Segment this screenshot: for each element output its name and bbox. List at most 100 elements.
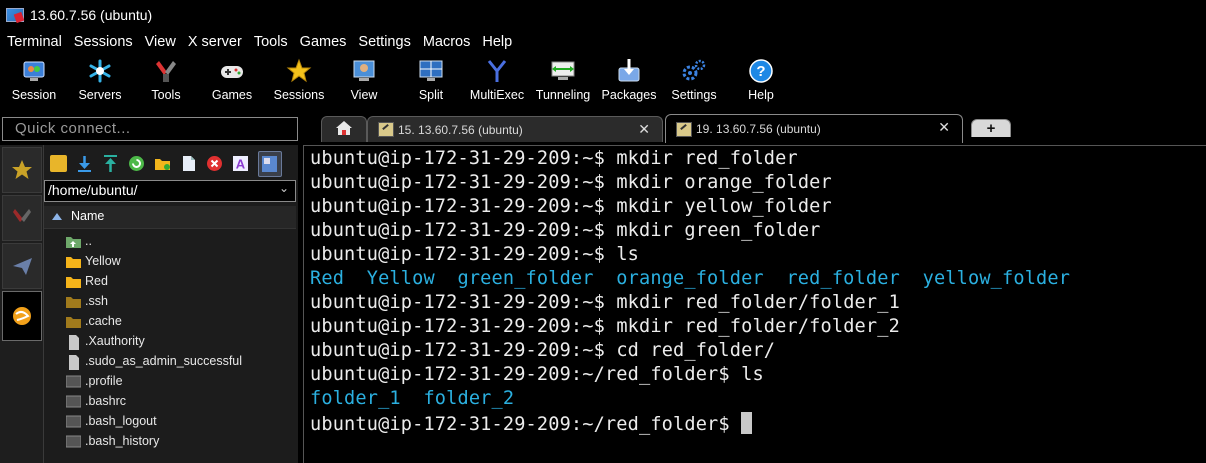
packages-icon <box>616 58 642 84</box>
sidetab-macros[interactable] <box>2 243 42 289</box>
path-input[interactable]: /home/ubuntu/ ⌄ <box>44 180 296 202</box>
terminal-line: ubuntu@ip-172-31-29-209:~$ mkdir green_f… <box>310 220 821 241</box>
terminal-ls-output: folder_1 folder_2 <box>310 388 515 409</box>
help-button[interactable]: ? Help <box>740 55 782 109</box>
settings-gears-icon <box>681 58 707 84</box>
sidetab-sessions[interactable] <box>2 147 42 193</box>
session-icon <box>21 58 47 84</box>
menu-games[interactable]: Games <box>296 34 351 50</box>
terminal-line: ubuntu@ip-172-31-29-209:~$ mkdir red_fol… <box>310 292 900 313</box>
path-value: /home/ubuntu/ <box>48 182 138 198</box>
multiexec-button[interactable]: MultiExec <box>466 55 528 109</box>
menu-settings[interactable]: Settings <box>354 34 414 50</box>
name-column-header[interactable]: Name <box>44 206 296 229</box>
sftp-file-browser: A /home/ubuntu/ ⌄ Name .. Yellow Red .ss… <box>44 145 298 463</box>
terminal-output[interactable]: ubuntu@ip-172-31-29-209:~$ mkdir red_fol… <box>303 145 1206 463</box>
follow-terminal-folder-icon[interactable] <box>258 151 282 177</box>
tunneling-button[interactable]: Tunneling <box>532 55 594 109</box>
mobaxterm-app-icon <box>6 7 25 24</box>
tab-close-icon[interactable]: ✕ <box>938 119 950 136</box>
tools-icon <box>13 209 31 222</box>
new-folder-icon[interactable] <box>154 155 171 172</box>
tab-session-15[interactable]: 15. 13.60.7.56 (ubuntu) ✕ <box>367 116 663 142</box>
sort-ascending-icon <box>52 213 62 220</box>
new-tab-button[interactable]: + <box>971 119 1011 137</box>
new-tab-plus-icon: + <box>986 120 996 137</box>
terminal-line: ubuntu@ip-172-31-29-209:~$ mkdir yellow_… <box>310 196 832 217</box>
tab-close-icon[interactable]: ✕ <box>638 121 650 138</box>
terminal-prompt-line: ubuntu@ip-172-31-29-209:~/red_folder$ <box>310 412 753 435</box>
view-button[interactable]: View <box>340 55 388 109</box>
terminal-line: ubuntu@ip-172-31-29-209:~$ mkdir red_fol… <box>310 148 798 169</box>
menu-terminal[interactable]: Terminal <box>3 34 66 50</box>
refresh-icon[interactable] <box>128 155 145 172</box>
file-browser-toolbar: A <box>44 149 298 179</box>
terminal-line: ubuntu@ip-172-31-29-209:~$ mkdir red_fol… <box>310 316 900 337</box>
list-item[interactable]: .profile <box>65 371 123 391</box>
script-file-icon <box>65 375 82 388</box>
tab-label: 19. 13.60.7.56 (ubuntu) <box>696 122 821 136</box>
list-item[interactable]: .bash_history <box>65 431 159 451</box>
terminal-line: ubuntu@ip-172-31-29-209:~/red_folder$ ls <box>310 364 764 385</box>
script-file-icon <box>65 415 82 428</box>
menu-help[interactable]: Help <box>478 34 516 50</box>
list-item[interactable]: .. <box>66 231 92 251</box>
new-file-icon[interactable] <box>180 155 197 172</box>
list-item[interactable]: .bash_logout <box>65 411 157 431</box>
side-panel-tabs <box>0 145 44 463</box>
list-item[interactable]: .sudo_as_admin_successful <box>66 351 242 371</box>
quick-connect-input[interactable]: Quick connect... <box>2 117 298 141</box>
help-icon: ? <box>748 58 774 84</box>
script-file-icon <box>65 435 82 448</box>
tab-label: 15. 13.60.7.56 (ubuntu) <box>398 122 523 137</box>
tab-session-19[interactable]: 19. 13.60.7.56 (ubuntu) ✕ <box>665 114 963 143</box>
servers-button[interactable]: Servers <box>74 55 126 109</box>
svg-text:A: A <box>236 157 246 172</box>
list-item[interactable]: Yellow <box>66 251 121 271</box>
star-icon <box>12 160 32 179</box>
upload-icon[interactable] <box>102 155 119 172</box>
tools-button[interactable]: Tools <box>140 55 192 109</box>
hidden-folder-icon <box>66 295 81 308</box>
terminal-cursor <box>741 412 753 434</box>
menu-view[interactable]: View <box>141 34 180 50</box>
packages-button[interactable]: Packages <box>600 55 658 109</box>
rename-icon[interactable]: A <box>232 155 249 172</box>
sidetab-tools[interactable] <box>2 195 42 241</box>
sftp-globe-icon <box>13 307 31 325</box>
script-file-icon <box>65 395 82 408</box>
games-button[interactable]: Games <box>206 55 258 109</box>
list-item[interactable]: .cache <box>66 311 122 331</box>
terminal-tab-icon <box>676 121 692 137</box>
sessions-button[interactable]: Sessions <box>270 55 328 109</box>
window-title: 13.60.7.56 (ubuntu) <box>30 7 153 23</box>
gamepad-icon <box>219 58 245 84</box>
menu-macros[interactable]: Macros <box>419 34 475 50</box>
servers-icon <box>87 58 113 84</box>
split-button[interactable]: Split <box>408 55 454 109</box>
list-item[interactable]: .bashrc <box>65 391 126 411</box>
home-tab[interactable] <box>321 116 367 142</box>
list-item[interactable]: .Xauthority <box>66 331 145 351</box>
list-item[interactable]: Red <box>66 271 108 291</box>
session-button[interactable]: Session <box>8 55 60 109</box>
svg-text:?: ? <box>756 63 765 80</box>
terminal-ls-output: Red Yellow green_folder orange_folder re… <box>310 268 1071 289</box>
list-item[interactable]: .ssh <box>66 291 108 311</box>
terminal-line: ubuntu@ip-172-31-29-209:~$ mkdir orange_… <box>310 172 832 193</box>
folder-icon <box>66 255 81 268</box>
menu-x-server[interactable]: X server <box>184 34 246 50</box>
upload-to-parent-icon[interactable] <box>50 155 67 172</box>
hidden-folder-icon <box>66 315 81 328</box>
sidetab-sftp[interactable] <box>2 291 42 341</box>
menu-tools[interactable]: Tools <box>250 34 292 50</box>
file-icon <box>66 355 81 370</box>
title-bar: 13.60.7.56 (ubuntu) <box>0 0 1206 30</box>
settings-button[interactable]: Settings <box>668 55 720 109</box>
menu-sessions[interactable]: Sessions <box>70 34 137 50</box>
delete-icon[interactable] <box>206 155 223 172</box>
chevron-down-icon[interactable]: ⌄ <box>279 181 289 195</box>
tools-icon <box>153 58 179 84</box>
folder-icon <box>66 275 81 288</box>
download-icon[interactable] <box>76 155 93 172</box>
